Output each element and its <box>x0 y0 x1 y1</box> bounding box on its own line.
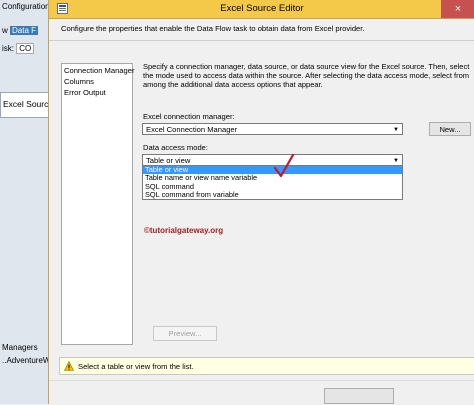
data-access-mode-label: Data access mode: <box>143 143 208 152</box>
nav-item-columns[interactable]: Columns <box>64 77 94 86</box>
excel-source-editor-dialog: Excel Source Editor × Configure the prop… <box>48 0 474 405</box>
nav-item-error-output[interactable]: Error Output <box>64 88 106 97</box>
nav-item-connection-manager[interactable]: Connection Manager <box>64 66 135 75</box>
title-bar[interactable]: Excel Source Editor × <box>49 0 474 19</box>
excel-connection-combo[interactable]: Excel Connection Manager ▼ <box>142 123 403 135</box>
ok-button[interactable] <box>324 388 394 404</box>
data-access-mode-value: Table or view <box>146 156 191 165</box>
divider <box>49 40 474 41</box>
watermark: ©tutorialgateway.org <box>144 226 224 235</box>
excel-connection-label: Excel connection manager: <box>143 112 235 121</box>
dialog-description: Configure the properties that enable the… <box>61 24 365 33</box>
status-text: Select a table or view from the list. <box>78 362 194 371</box>
task-selector[interactable]: CO <box>16 43 35 54</box>
page-navigation: Connection Manager Columns Error Output <box>61 63 135 345</box>
preview-button[interactable]: Preview... <box>153 326 217 341</box>
option-sql-command-variable[interactable]: SQL command from variable <box>143 190 402 199</box>
data-flow-tab[interactable]: Data F <box>10 26 39 35</box>
ide-row-1-prefix: w <box>2 26 8 35</box>
excel-connection-value: Excel Connection Manager <box>146 125 238 134</box>
warning-icon <box>64 361 74 371</box>
close-button[interactable]: × <box>441 0 474 18</box>
new-connection-button[interactable]: New... <box>429 122 471 136</box>
checkmark-icon <box>273 153 295 178</box>
chevron-down-icon[interactable]: ▼ <box>393 124 399 136</box>
status-message: Select a table or view from the list. <box>59 357 474 375</box>
ide-row-2-prefix: isk: <box>2 44 14 53</box>
button-bar <box>49 380 474 405</box>
connection-page-description: Specify a connection manager, data sourc… <box>143 62 470 89</box>
dialog-title: Excel Source Editor <box>220 3 304 14</box>
close-icon: × <box>454 3 462 15</box>
